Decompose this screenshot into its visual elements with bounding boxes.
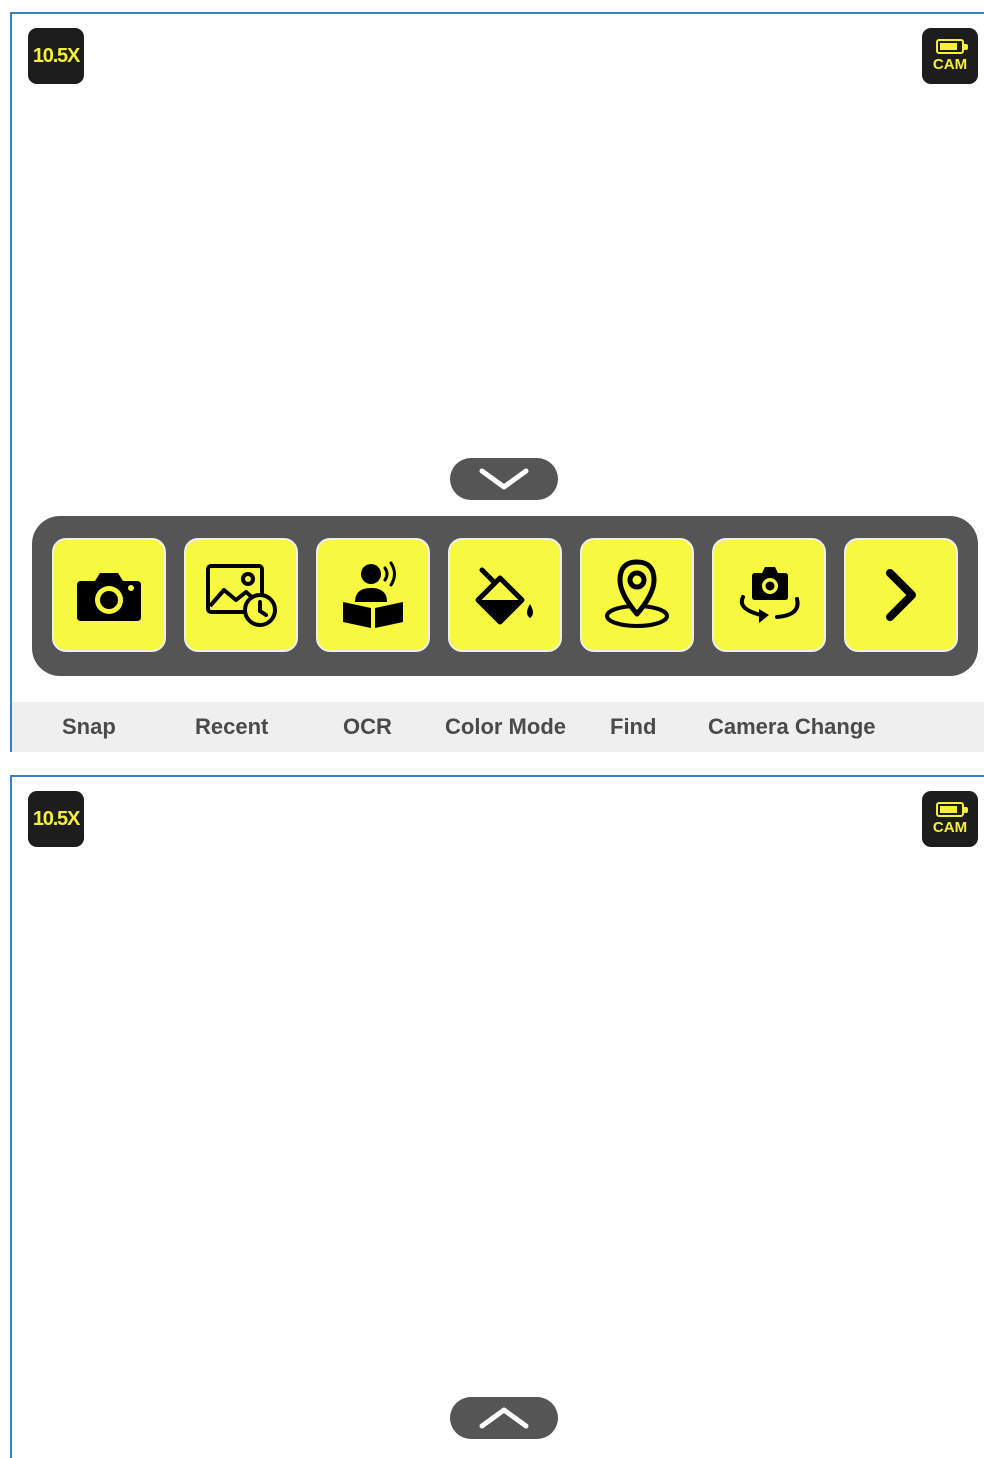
toolbar [32, 516, 978, 676]
find-button[interactable] [580, 538, 694, 652]
snap-button[interactable] [52, 538, 166, 652]
chevron-up-icon [479, 1407, 529, 1429]
collapse-toolbar-button[interactable] [450, 458, 558, 500]
camera-rotate-icon [739, 567, 800, 623]
camera-badge-label: CAM [932, 56, 968, 73]
label-color-mode: Color Mode [445, 714, 566, 739]
label-find: Find [610, 714, 657, 739]
label-camera-change: Camera Change [708, 714, 876, 739]
label-ocr: OCR [343, 714, 392, 739]
camera-icon [77, 573, 141, 621]
zoom-level-badge[interactable]: 10.5X [28, 791, 84, 847]
color-mode-button[interactable] [448, 538, 562, 652]
chevron-down-icon [479, 468, 529, 490]
camera-badge[interactable]: CAM [922, 791, 978, 847]
paint-bucket-icon [475, 567, 533, 625]
gallery-clock-icon [206, 564, 277, 627]
camera-badge-label: CAM [932, 819, 968, 836]
screen-toolbar-collapsed: 10.5X CAM [10, 775, 984, 1458]
more-tools-button[interactable] [844, 538, 958, 652]
toolbar-labels: Snap Recent OCR Color Mode Find Camera C… [12, 702, 984, 752]
reader-speaking-icon [343, 561, 403, 628]
label-snap: Snap [62, 714, 116, 739]
zoom-level-badge[interactable]: 10.5X [28, 28, 84, 84]
screen-toolbar-expanded: 10.5X CAM Snap Recent OCR Color Mode Fin… [10, 12, 984, 752]
camera-badge[interactable]: CAM [922, 28, 978, 84]
expand-toolbar-button[interactable] [450, 1397, 558, 1439]
location-pin-icon [605, 559, 669, 628]
battery-icon [936, 802, 968, 817]
chevron-right-icon [886, 569, 916, 621]
label-recent: Recent [195, 714, 269, 739]
battery-icon [936, 39, 968, 54]
recent-button[interactable] [184, 538, 298, 652]
camera-change-button[interactable] [712, 538, 826, 652]
ocr-button[interactable] [316, 538, 430, 652]
